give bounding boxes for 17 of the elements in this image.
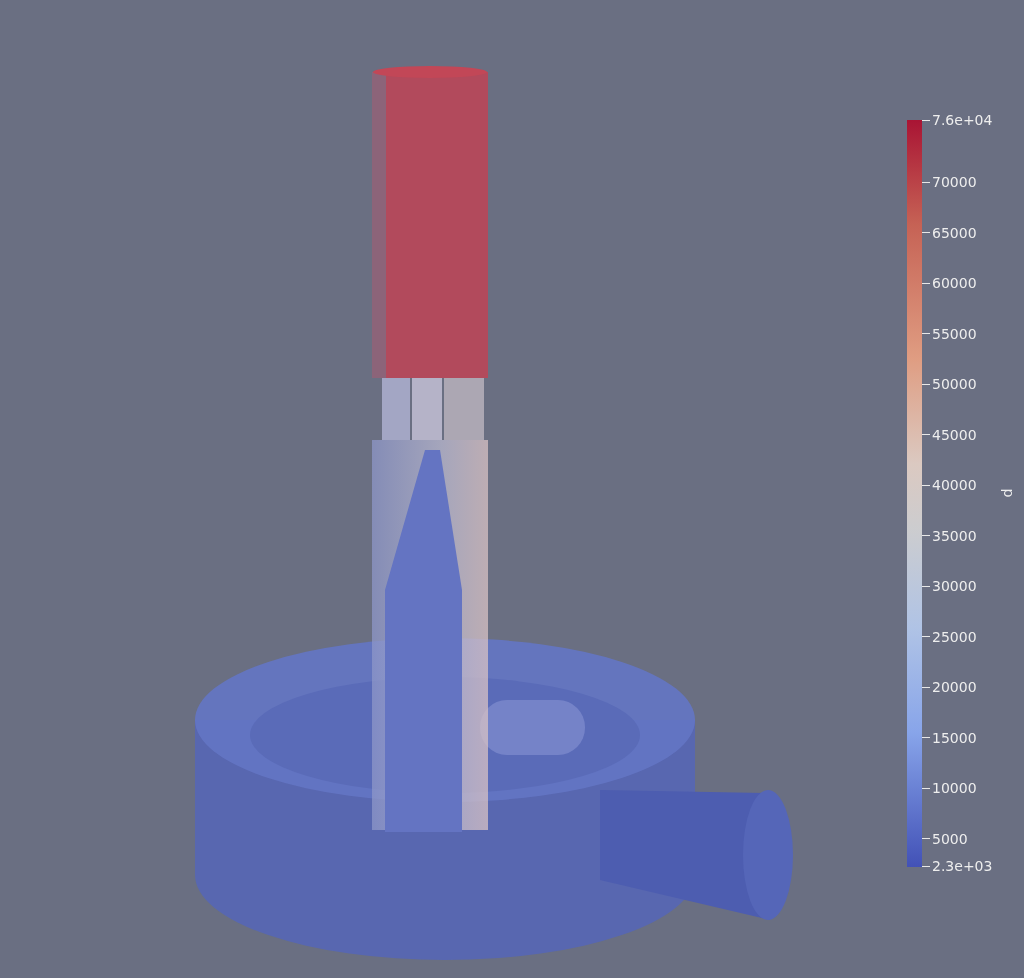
- legend-tick-label: 70000: [932, 174, 977, 190]
- legend-tick-label: 10000: [932, 780, 977, 796]
- legend-tick-label: 30000: [932, 578, 977, 594]
- legend-tick-label: 25000: [932, 628, 977, 645]
- legend-tick-label: 40000: [932, 477, 977, 493]
- legend-tick-label: 5000: [932, 830, 968, 847]
- legend-title: p: [1001, 488, 1018, 498]
- legend-tick-label: 55000: [932, 325, 977, 342]
- legend-tick-label: 15000: [932, 729, 977, 746]
- legend-tick-label: 35000: [932, 527, 977, 544]
- legend-tick-label: 2.3e+03: [932, 858, 993, 874]
- legend-tick-label: 45000: [932, 426, 977, 443]
- legend-tick-label: 7.6e+04: [932, 112, 993, 128]
- legend-tick-label: 20000: [932, 679, 977, 695]
- legend-tick-label: 65000: [932, 224, 977, 241]
- legend-tick-label: 50000: [932, 376, 977, 392]
- legend-tick-label: 60000: [932, 275, 977, 291]
